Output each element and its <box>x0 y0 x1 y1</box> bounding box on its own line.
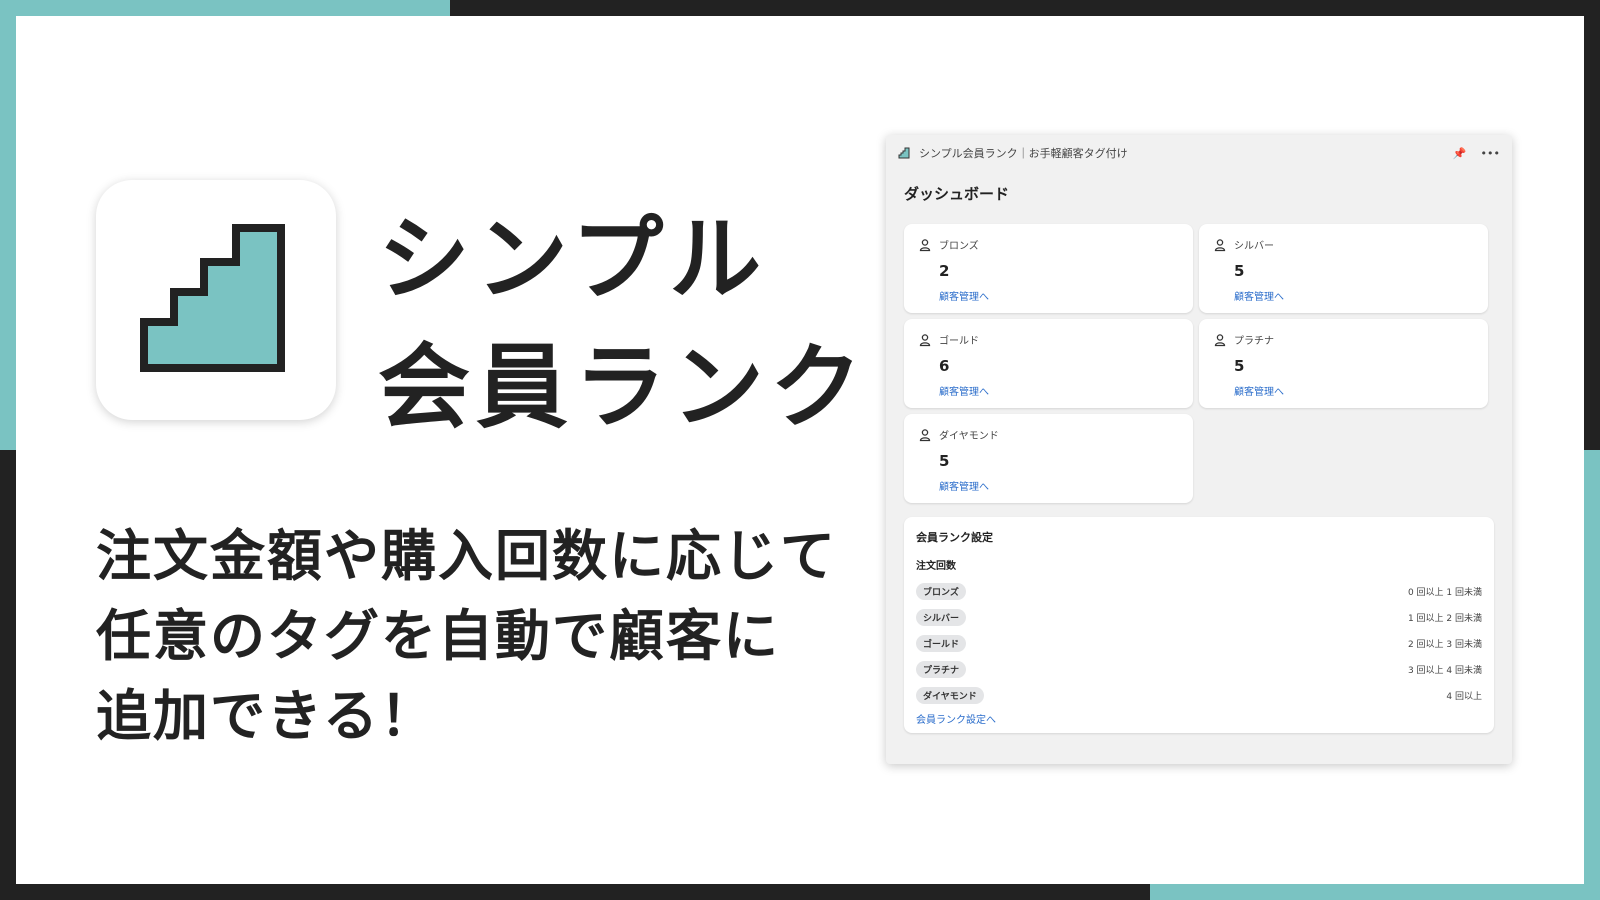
rank-badge: ゴールド <box>916 634 967 652</box>
canvas: シンプル 会員ランク 注文金額や購入回数に応じて 任意のタグを自動で顧客に 追加… <box>16 16 1584 884</box>
customer-management-link[interactable]: 顧客管理へ <box>939 288 1179 303</box>
stairs-icon <box>140 224 285 372</box>
customer-management-link[interactable]: 顧客管理へ <box>1234 383 1474 398</box>
rank-setting-row: ゴールド 2 回以上 3 回未満 <box>916 630 1482 656</box>
rank-card-silver: シルバー 5 顧客管理へ <box>1199 224 1488 313</box>
rank-count: 2 <box>939 262 950 280</box>
rank-setting-row: ブロンズ 0 回以上 1 回未満 <box>916 578 1482 604</box>
rank-badge: ブロンズ <box>916 582 966 600</box>
window-title: シンプル会員ランク｜お手軽顧客タグ付け <box>919 147 1128 160</box>
accent-left <box>0 0 16 450</box>
tagline-line-2: 任意のタグを自動で顧客に <box>96 604 781 668</box>
rank-badge: ダイヤモンド <box>916 686 984 704</box>
rank-count: 6 <box>939 357 950 375</box>
customer-management-link[interactable]: 顧客管理へ <box>939 383 1179 398</box>
more-icon[interactable]: ••• <box>1481 147 1500 160</box>
rank-name: シルバー <box>1234 241 1274 252</box>
rank-name: ダイヤモンド <box>939 431 999 442</box>
person-icon <box>1214 333 1226 346</box>
rank-badge: シルバー <box>916 608 967 626</box>
rank-card-diamond: ダイヤモンド 5 顧客管理へ <box>904 414 1193 503</box>
accent-top-left <box>0 0 450 16</box>
stairs-mini-icon <box>898 147 910 159</box>
rank-card-bronze: ブロンズ 2 顧客管理へ <box>904 224 1193 313</box>
rank-settings-card: 会員ランク設定 注文回数 ブロンズ 0 回以上 1 回未満 シルバー 1 回以上… <box>904 517 1494 733</box>
rank-name: プラチナ <box>1234 336 1274 347</box>
rank-badge: プラチナ <box>916 660 967 678</box>
tagline-line-3: 追加できる！ <box>96 684 437 748</box>
settings-subtitle: 注文回数 <box>916 561 956 572</box>
accent-bottom-right <box>1150 884 1600 900</box>
rank-range: 2 回以上 3 回未満 <box>1407 639 1482 650</box>
rank-range: 1 回以上 2 回未満 <box>1407 613 1482 624</box>
person-icon <box>919 333 931 346</box>
rank-setting-row: プラチナ 3 回以上 4 回未満 <box>916 656 1482 682</box>
rank-range: 3 回以上 4 回未満 <box>1407 665 1482 676</box>
person-icon <box>1214 238 1226 251</box>
tagline: 注文金額や購入回数に応じて 任意のタグを自動で顧客に 追加できる！ <box>96 516 837 756</box>
rank-setting-row: シルバー 1 回以上 2 回未満 <box>916 604 1482 630</box>
hero-title: シンプル 会員ランク <box>378 196 868 452</box>
app-window: シンプル会員ランク｜お手軽顧客タグ付け 📌 ••• ダッシュボード ブロンズ 2… <box>886 135 1512 764</box>
rank-range: 4 回以上 <box>1446 691 1482 702</box>
settings-title: 会員ランク設定 <box>916 531 993 544</box>
person-icon <box>919 238 931 251</box>
rank-count: 5 <box>1234 262 1245 280</box>
rank-count: 5 <box>1234 357 1245 375</box>
dashboard-title: ダッシュボード <box>904 185 1010 203</box>
rank-card-platinum: プラチナ 5 顧客管理へ <box>1199 319 1488 408</box>
rank-name: ゴールド <box>939 336 979 347</box>
pin-icon[interactable]: 📌 <box>1453 147 1467 160</box>
rank-setting-row: ダイヤモンド 4 回以上 <box>916 682 1482 708</box>
rank-range: 0 回以上 1 回未満 <box>1407 587 1482 598</box>
person-icon <box>919 428 931 441</box>
accent-right <box>1584 450 1600 900</box>
customer-management-link[interactable]: 顧客管理へ <box>1234 288 1474 303</box>
rank-name: ブロンズ <box>939 241 979 252</box>
customer-management-link[interactable]: 顧客管理へ <box>939 478 1179 493</box>
window-header: シンプル会員ランク｜お手軽顧客タグ付け 📌 ••• <box>886 135 1512 171</box>
rank-card-gold: ゴールド 6 顧客管理へ <box>904 319 1193 408</box>
hero-title-line-1: シンプル <box>378 206 768 313</box>
rank-card-grid: ブロンズ 2 顧客管理へ シルバー 5 顧客管理へ ゴールド 6 顧客管理へ プ… <box>904 224 1494 503</box>
rank-settings-link[interactable]: 会員ランク設定へ <box>916 711 996 726</box>
hero-title-line-2: 会員ランク <box>378 334 869 441</box>
rank-count: 5 <box>939 452 950 470</box>
tagline-line-1: 注文金額や購入回数に応じて <box>96 524 838 588</box>
app-icon <box>96 180 336 420</box>
